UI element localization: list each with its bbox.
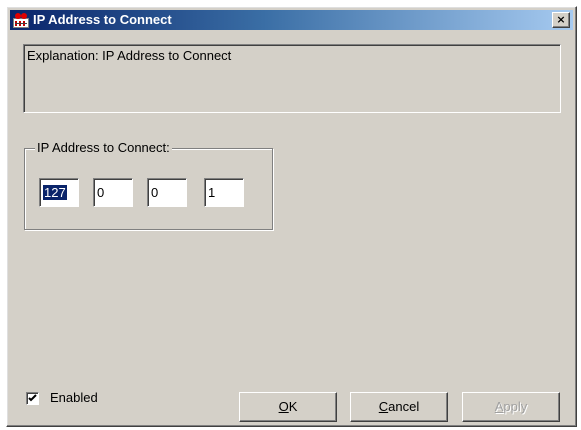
ok-button[interactable]: OK: [239, 392, 337, 422]
ok-button-label: K: [288, 399, 298, 414]
ip-octet-3-input[interactable]: 0: [147, 178, 187, 207]
ip-octet-1-input[interactable]: 127: [39, 178, 79, 207]
ok-button-mnemonic: O: [278, 399, 289, 414]
ip-octet-3-value: 0: [151, 185, 159, 200]
explanation-box: Explanation: IP Address to Connect: [23, 44, 561, 113]
dialog-window: IP Address to Connect × Explanation: IP …: [6, 6, 577, 427]
explanation-text: Explanation: IP Address to Connect: [27, 48, 232, 63]
apply-button[interactable]: Apply: [462, 392, 560, 422]
ip-octet-2-value: 0: [97, 185, 105, 200]
close-button[interactable]: ×: [552, 12, 570, 28]
ip-octet-4-input[interactable]: 1: [204, 178, 244, 207]
ip-octet-2-input[interactable]: 0: [93, 178, 133, 207]
app-icon: [13, 12, 29, 28]
close-icon: ×: [556, 13, 566, 26]
ip-octet-4-value: 1: [208, 185, 216, 200]
enabled-checkbox[interactable]: [26, 392, 39, 405]
cancel-button-mnemonic: C: [378, 399, 389, 414]
cancel-button-label: ancel: [388, 399, 420, 414]
apply-button-label: pply: [503, 399, 528, 414]
window-title: IP Address to Connect: [33, 12, 172, 27]
checkmark-icon: [28, 394, 37, 402]
enabled-checkbox-label[interactable]: Enabled: [50, 390, 98, 406]
ip-address-group-label: IP Address to Connect:: [35, 140, 172, 156]
cancel-button[interactable]: Cancel: [350, 392, 448, 422]
title-bar[interactable]: IP Address to Connect ×: [10, 10, 573, 30]
ip-octet-1-value: 127: [43, 185, 67, 200]
